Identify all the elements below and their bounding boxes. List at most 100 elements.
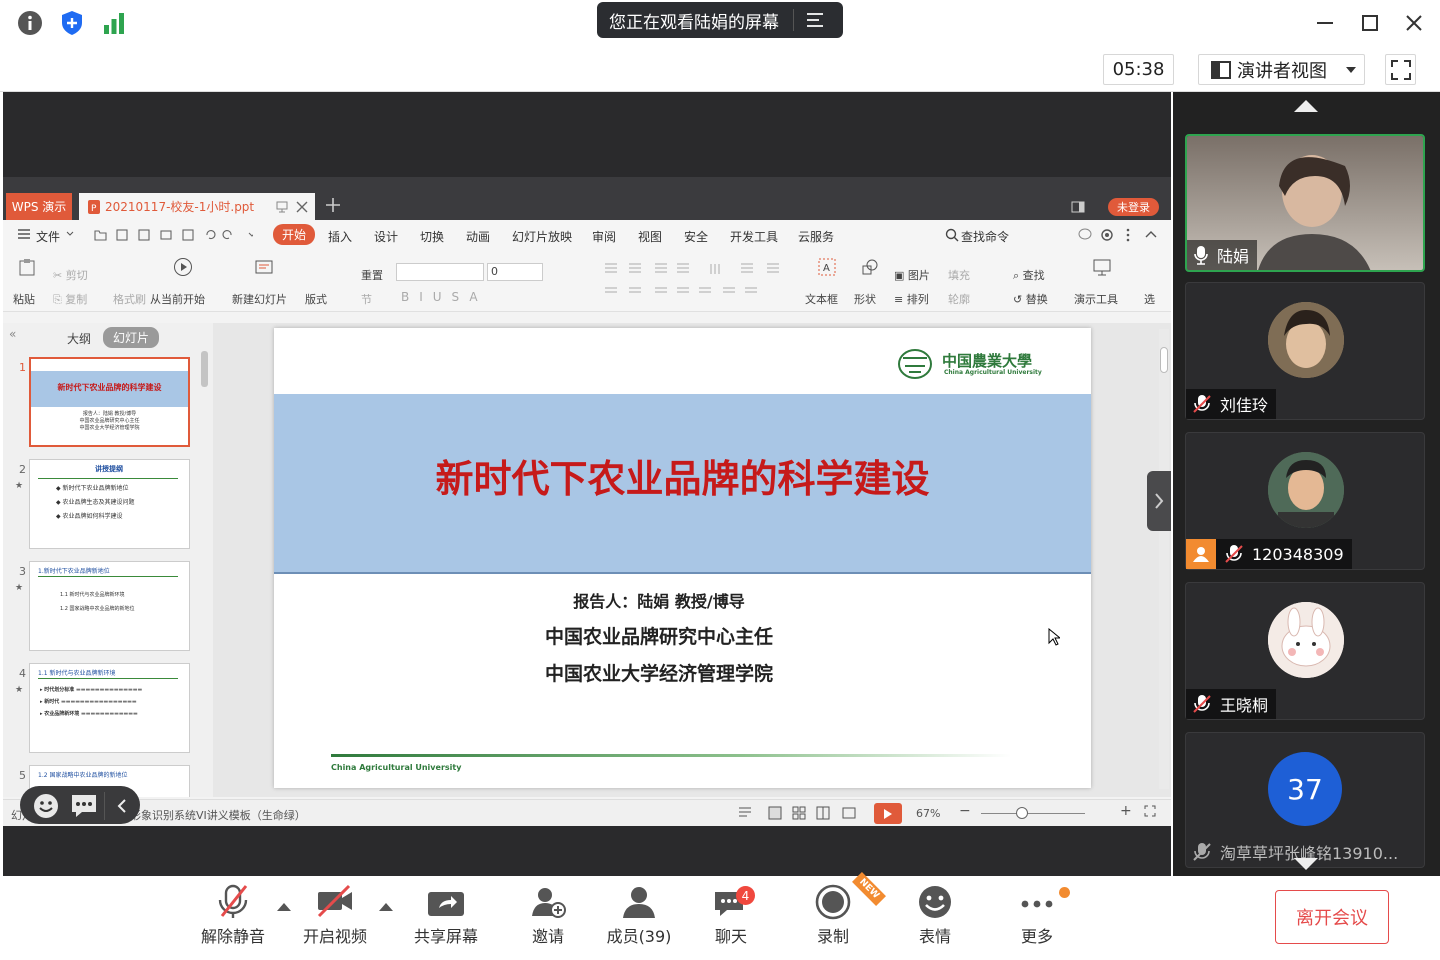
members-button[interactable]: 成员(39) <box>589 880 689 952</box>
collapse-ribbon-icon[interactable] <box>1144 228 1158 240</box>
menu-cloud[interactable]: 云服务 <box>798 228 834 245</box>
select-button[interactable]: 选 <box>1144 291 1155 307</box>
emoji-reaction-icon[interactable] <box>33 793 59 819</box>
fullscreen-button[interactable] <box>1385 54 1416 85</box>
cut-button[interactable]: ✂ 剪切 <box>53 267 88 283</box>
zoom-in-icon[interactable]: + <box>1120 803 1132 819</box>
menu-design[interactable]: 设计 <box>374 228 398 245</box>
participant-tile[interactable]: 王晓桐 <box>1185 582 1425 720</box>
fill-button[interactable]: 填充 <box>948 267 970 283</box>
canvas-scrollbar[interactable] <box>1159 329 1169 789</box>
play-slideshow-button[interactable] <box>874 803 902 824</box>
thumb-text: 报告人：陆娟 教授/博导 中国农业品牌研究中心主任 中国农业大学经济管理学院 <box>31 411 188 432</box>
more-button[interactable]: 更多 <box>987 880 1087 952</box>
menu-review[interactable]: 审阅 <box>592 228 616 245</box>
more-vertical-icon[interactable] <box>1125 228 1131 242</box>
zoom-slider-handle[interactable] <box>1016 807 1028 819</box>
reset-button[interactable]: 重置 <box>361 267 383 283</box>
font-format-icons[interactable]: BIUSA <box>401 290 488 304</box>
window-mode-icon[interactable] <box>1071 200 1085 214</box>
slide-thumbnail-2[interactable]: 讲授提纲 ◆ 新时代下农业品牌新地位 ◆ 农业品牌生态及其建设问题 ◆ 农业品牌… <box>29 459 190 549</box>
menu-file[interactable]: 文件 <box>36 228 60 245</box>
emoji-button[interactable]: 表情 <box>885 880 985 952</box>
slide-thumbnail-3[interactable]: 1.新时代下农业品牌新地位 1.1 新时代与农业品牌新环境 1.2 国家战略中农… <box>29 561 190 651</box>
view-mode-icons[interactable] <box>737 805 857 821</box>
close-tab-icon[interactable] <box>296 201 308 213</box>
current-slide[interactable]: 中国農業大學 China Agricultural University 新时代… <box>274 328 1091 788</box>
quick-access-icons[interactable] <box>93 228 253 242</box>
leave-meeting-button[interactable]: 离开会议 <box>1275 890 1389 944</box>
menu-transition[interactable]: 切换 <box>420 228 444 245</box>
share-screen-button[interactable]: 共享屏幕 <box>396 880 496 952</box>
collapse-bar-button[interactable] <box>104 792 138 820</box>
present-tools-button[interactable]: 演示工具 <box>1074 291 1118 307</box>
search-icon[interactable] <box>945 228 959 242</box>
menu-home[interactable]: 开始 <box>273 224 316 245</box>
slide-thumbnail-1[interactable]: 新时代下农业品牌的科学建设 报告人：陆娟 教授/博导 中国农业品牌研究中心主任 … <box>29 357 190 447</box>
menu-slideshow[interactable]: 幻灯片放映 <box>512 228 572 245</box>
slide-thumbnail-4[interactable]: 1.1 新时代与农业品牌新环境 ▸ 时代划分标准 ▬▬▬▬▬▬▬▬▬▬▬▬▬▬ … <box>29 663 190 753</box>
scroll-up-icon[interactable] <box>1292 98 1320 114</box>
chat-button[interactable]: 聊天 <box>681 880 781 952</box>
wps-app-tab[interactable]: WPS 演示 <box>6 193 72 220</box>
section-button[interactable]: 节 <box>361 291 372 307</box>
participant-tile[interactable]: 120348309 <box>1185 432 1425 570</box>
zoom-out-icon[interactable]: − <box>959 803 971 819</box>
menu-view[interactable]: 视图 <box>638 228 662 245</box>
paragraph-format-icons[interactable] <box>603 262 793 298</box>
zoom-level[interactable]: 67% <box>916 807 940 820</box>
signal-strength-icon[interactable] <box>100 9 128 37</box>
presenter-view-dropdown[interactable]: 演讲者视图 <box>1198 54 1365 85</box>
fit-window-icon[interactable] <box>1144 805 1156 817</box>
scroll-down-icon[interactable] <box>1292 856 1320 872</box>
copy-button[interactable]: ⎘ 复制 <box>53 291 87 307</box>
participant-tile[interactable]: 刘佳玲 <box>1185 282 1425 420</box>
security-shield-icon[interactable] <box>58 9 86 37</box>
outline-button[interactable]: 轮廓 <box>948 291 970 307</box>
paste-button[interactable]: 粘贴 <box>13 291 35 307</box>
chat-bubble-icon[interactable] <box>70 793 98 819</box>
doc-tab[interactable]: P 20210117-校友-1小时.ppt <box>79 193 315 220</box>
new-tab-plus-icon[interactable] <box>325 197 341 213</box>
zoom-slider[interactable] <box>981 813 1085 814</box>
slides-tab[interactable]: 幻灯片 <box>103 327 160 348</box>
format-painter-button[interactable]: 格式刷 <box>113 291 146 307</box>
close-button[interactable] <box>1399 8 1429 38</box>
minimize-button[interactable] <box>1310 8 1340 38</box>
shape-button[interactable]: 形状 <box>854 291 876 307</box>
find-button[interactable]: ⌕ 查找 <box>1013 267 1045 283</box>
menu-icon[interactable] <box>806 12 824 28</box>
screen-share-notice[interactable]: 您正在观看陆娟的屏幕 <box>597 2 843 38</box>
new-slide-button[interactable]: 新建幻灯片 <box>232 291 287 307</box>
menu-dev-tools[interactable]: 开发工具 <box>730 228 778 245</box>
menu-animation[interactable]: 动画 <box>466 228 490 245</box>
invite-button[interactable]: 邀请 <box>498 880 598 952</box>
layout-button[interactable]: 版式 <box>305 291 327 307</box>
unmute-button[interactable]: 解除静音 <box>183 880 283 952</box>
font-name-select[interactable] <box>396 263 484 281</box>
replace-button[interactable]: ↺ 替换 <box>1013 291 1048 307</box>
scrollbar-thumb[interactable] <box>1160 347 1168 373</box>
picture-button[interactable]: ▣ 图片 <box>894 267 930 283</box>
thumbnail-scrollbar[interactable] <box>201 351 208 387</box>
participant-tile-active[interactable]: 陆娟 <box>1185 134 1425 272</box>
textbox-button[interactable]: 文本框 <box>805 291 838 307</box>
participant-tile[interactable]: 37 淘草草坪张峰铭13910... <box>1185 732 1425 868</box>
font-size-select[interactable]: 0 <box>487 263 543 281</box>
arrange-button[interactable]: ≡ 排列 <box>894 291 929 307</box>
from-current-button[interactable]: 从当前开始 <box>150 291 205 307</box>
login-status-badge[interactable]: 未登录 <box>1108 198 1159 216</box>
collapse-pane-icon[interactable]: « <box>9 327 16 341</box>
start-video-button[interactable]: 开启视频 <box>285 880 385 952</box>
settings-gear-icon[interactable] <box>1100 228 1114 242</box>
info-icon[interactable] <box>16 9 44 37</box>
menu-security[interactable]: 安全 <box>684 228 708 245</box>
hamburger-icon[interactable] <box>17 228 31 240</box>
maximize-button[interactable] <box>1355 8 1385 38</box>
outline-tab[interactable]: 大纲 <box>67 330 91 347</box>
expand-panel-button[interactable] <box>1147 471 1171 531</box>
menu-insert[interactable]: 插入 <box>328 228 352 245</box>
comment-icon[interactable] <box>1078 228 1092 242</box>
video-options-caret-icon[interactable] <box>378 902 394 912</box>
search-command[interactable]: 查找命令 <box>961 228 1009 245</box>
